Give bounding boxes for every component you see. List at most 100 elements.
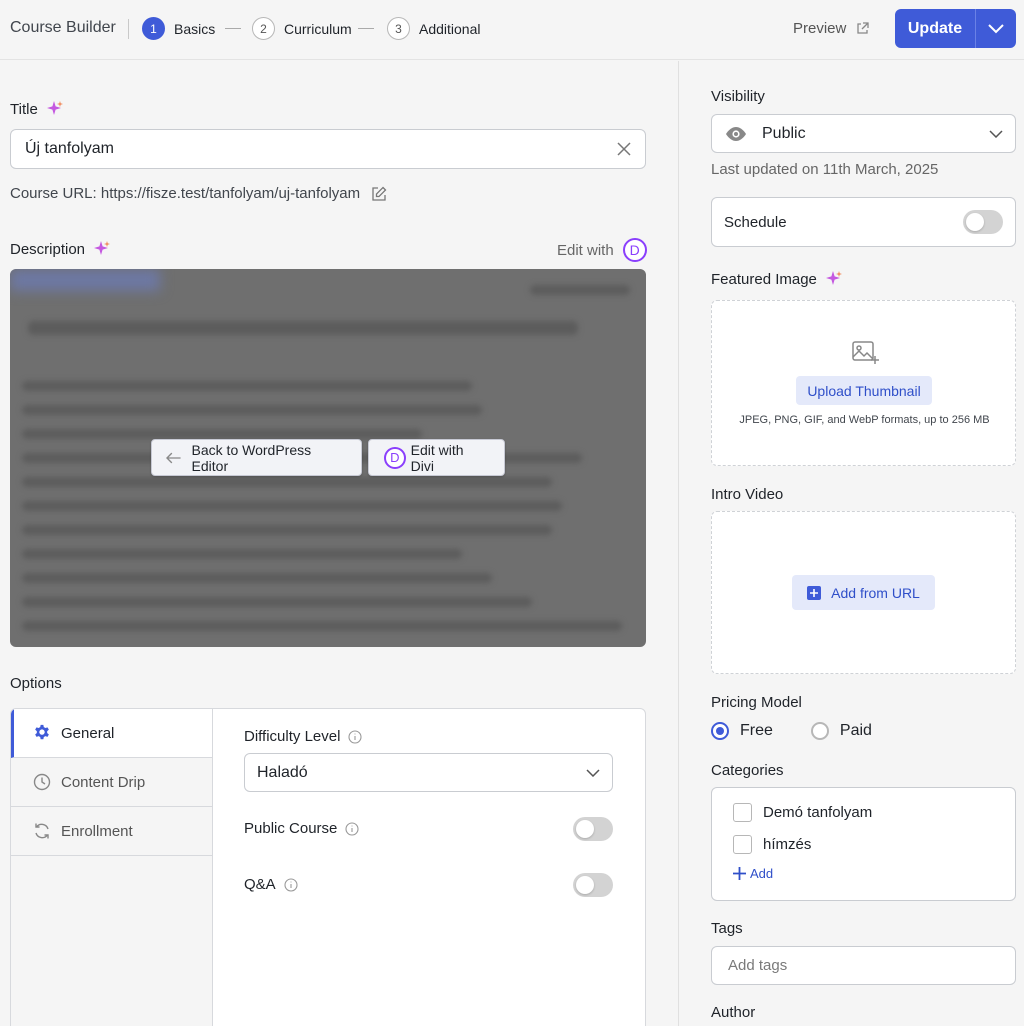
schedule-label: Schedule (724, 213, 787, 231)
tab-label: General (61, 724, 115, 742)
description-editor: Back to WordPress Editor D Edit with Div… (10, 269, 646, 647)
back-to-wordpress-button[interactable]: Back to WordPress Editor (151, 439, 362, 476)
pricing-free-label: Free (740, 722, 773, 739)
pricing-paid-label: Paid (839, 722, 872, 739)
editor-blurred-content (28, 321, 578, 335)
title-input-value: Új tanfolyam (25, 140, 114, 157)
edit-with-label: Edit with (557, 241, 614, 259)
tags-input[interactable]: Add tags (711, 946, 1016, 985)
visibility-select[interactable]: Public (711, 114, 1016, 153)
gear-icon (35, 724, 49, 740)
refresh-icon (35, 823, 49, 839)
category-checkbox[interactable] (733, 835, 752, 854)
arrow-left-icon (166, 452, 181, 463)
tab-content-drip[interactable]: Content Drip (11, 758, 212, 807)
step-number: 2 (252, 17, 275, 40)
preview-label: Preview (793, 20, 847, 37)
category-checkbox[interactable] (733, 803, 752, 822)
qa-toggle[interactable] (573, 873, 613, 897)
update-menu-toggle[interactable] (976, 9, 1016, 48)
visibility-label: Visibility (711, 88, 765, 105)
qa-label: Q&A (244, 876, 298, 893)
step-additional[interactable]: 3 Additional (387, 17, 481, 40)
ai-sparkle-icon[interactable] (825, 270, 843, 288)
step-label: Curriculum (284, 20, 352, 37)
category-item[interactable]: hímzés (733, 835, 811, 854)
add-from-url-label: Add from URL (831, 584, 920, 601)
tab-general[interactable]: General (11, 709, 212, 758)
edit-with-divi-button[interactable]: D Edit with Divi (368, 439, 505, 476)
chevron-down-icon (988, 23, 1004, 33)
options-tabs: General Content Drip Enrollment (11, 709, 213, 1026)
plus-icon (733, 867, 746, 880)
title-divider (128, 19, 129, 39)
thumbnail-format-note: JPEG, PNG, GIF, and WebP formats, up to … (739, 414, 990, 426)
eye-icon (726, 126, 746, 141)
editor-blurred-content (22, 549, 462, 559)
pricing-free-radio[interactable] (711, 722, 729, 740)
category-item[interactable]: Demó tanfolyam (733, 803, 872, 822)
chevron-down-icon (586, 768, 600, 777)
difficulty-select[interactable]: Haladó (244, 753, 613, 792)
intro-video-dropzone: Add from URL (711, 511, 1016, 674)
add-from-url-button[interactable]: Add from URL (792, 575, 935, 610)
editor-blurred-content (22, 621, 622, 631)
categories-box: Demó tanfolyam hímzés Add (711, 787, 1016, 901)
info-icon[interactable] (348, 729, 362, 744)
add-category-button[interactable]: Add (733, 866, 773, 881)
step-number: 1 (142, 17, 165, 40)
step-connector (225, 28, 241, 29)
editor-blurred-header (10, 269, 160, 291)
qa-label-text: Q&A (244, 876, 276, 893)
editor-blurred-content (22, 573, 492, 583)
edit-icon[interactable] (371, 186, 387, 202)
featured-image-label: Featured Image (711, 270, 843, 288)
step-basics[interactable]: 1 Basics (142, 17, 215, 40)
course-url-text: Course URL: https://fisze.test/tanfolyam… (10, 185, 361, 202)
update-button[interactable]: Update (895, 20, 975, 38)
visibility-value: Public (762, 124, 806, 142)
title-label-text: Title (10, 100, 38, 118)
category-label: hímzés (763, 836, 812, 853)
tab-label: Enrollment (61, 822, 133, 840)
tags-placeholder: Add tags (728, 957, 788, 974)
editor-blurred-content (22, 501, 562, 511)
preview-button[interactable]: Preview (793, 20, 870, 37)
public-course-label-text: Public Course (244, 820, 338, 837)
ai-sparkle-icon[interactable] (93, 240, 111, 258)
intro-video-label: Intro Video (711, 486, 784, 503)
plus-square-icon (807, 585, 822, 600)
featured-image-dropzone[interactable]: Upload Thumbnail JPEG, PNG, GIF, and Web… (711, 300, 1016, 466)
image-add-icon (852, 341, 879, 364)
course-url: Course URL: https://fisze.test/tanfolyam… (10, 185, 387, 202)
step-curriculum[interactable]: 2 Curriculum (252, 17, 352, 40)
ai-sparkle-icon[interactable] (46, 100, 64, 118)
settings-sidebar: Visibility Public Last updated on 11th M… (678, 61, 1024, 1026)
clock-icon (33, 773, 51, 791)
clear-icon[interactable] (617, 142, 631, 156)
editor-blurred-content (22, 597, 532, 607)
difficulty-label-text: Difficulty Level (244, 728, 341, 745)
description-label-text: Description (10, 240, 86, 258)
editor-blurred-content (22, 477, 552, 487)
step-label: Basics (174, 20, 216, 37)
info-icon[interactable] (284, 877, 298, 892)
title-input[interactable]: Új tanfolyam (10, 129, 646, 169)
options-label: Options (10, 675, 62, 692)
difficulty-value: Haladó (257, 763, 308, 781)
back-to-wordpress-label: Back to WordPress Editor (191, 441, 312, 474)
editor-blurred-content (22, 429, 422, 439)
info-icon[interactable] (345, 821, 359, 836)
public-course-label: Public Course (244, 820, 359, 837)
edit-with-divi-link[interactable]: Edit with D (557, 238, 647, 262)
public-course-toggle[interactable] (573, 817, 613, 841)
schedule-toggle[interactable] (963, 210, 1003, 234)
step-number: 3 (387, 17, 410, 40)
add-category-label: Add (750, 866, 774, 881)
pricing-paid-radio[interactable] (810, 722, 829, 740)
step-connector (358, 28, 374, 29)
upload-thumbnail-button[interactable]: Upload Thumbnail (796, 376, 932, 405)
tab-enrollment[interactable]: Enrollment (11, 807, 212, 856)
update-button-group: Update (895, 9, 1016, 48)
editor-blurred-content (22, 405, 482, 415)
